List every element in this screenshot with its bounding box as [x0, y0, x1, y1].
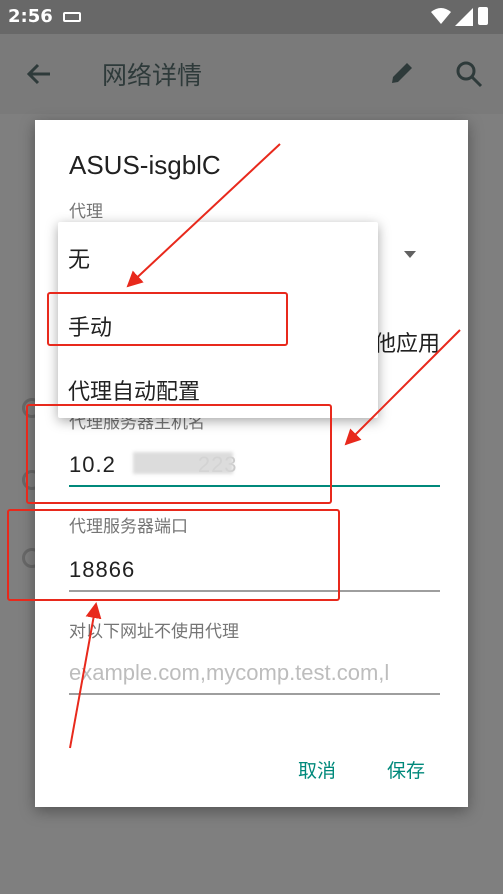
search-icon[interactable] [455, 60, 483, 88]
status-bar: 2:56 [0, 0, 503, 34]
proxy-label: 代理 [69, 202, 103, 222]
cancel-button[interactable]: 取消 [298, 756, 336, 783]
page-title: 网络详情 [102, 61, 203, 90]
edit-icon[interactable] [389, 60, 415, 86]
proxy-port-underline [69, 590, 440, 592]
proxy-host-value: 10.2 [69, 452, 116, 477]
dropdown-arrow-icon[interactable] [404, 251, 416, 258]
network-name: ASUS-isgblC [69, 150, 221, 180]
proxy-option-none[interactable]: 无 [68, 242, 90, 274]
proxy-port-input[interactable]: 18866 [69, 557, 135, 583]
proxy-option-pac[interactable]: 代理自动配置 [68, 374, 200, 406]
battery-icon [478, 7, 488, 25]
bypass-underline [69, 693, 440, 695]
proxy-option-manual[interactable]: 手动 [68, 310, 112, 342]
keyboard-icon [63, 12, 81, 22]
wifi-icon [431, 8, 451, 24]
proxy-dropdown-menu: 无 手动 代理自动配置 [58, 222, 378, 418]
proxy-host-underline [69, 485, 440, 487]
proxy-port-label: 代理服务器端口 [69, 517, 188, 537]
bypass-input[interactable]: example.com,mycomp.test.com,l [69, 660, 440, 686]
partial-apply-text: 他应用 [374, 332, 441, 357]
save-button[interactable]: 保存 [387, 756, 425, 783]
app-toolbar: 网络详情 [0, 34, 503, 114]
redacted-area [133, 452, 233, 474]
signal-icon [455, 8, 473, 26]
back-arrow-icon[interactable] [26, 62, 52, 86]
bypass-label: 对以下网址不使用代理 [69, 622, 239, 642]
status-time: 2:56 [8, 6, 53, 27]
